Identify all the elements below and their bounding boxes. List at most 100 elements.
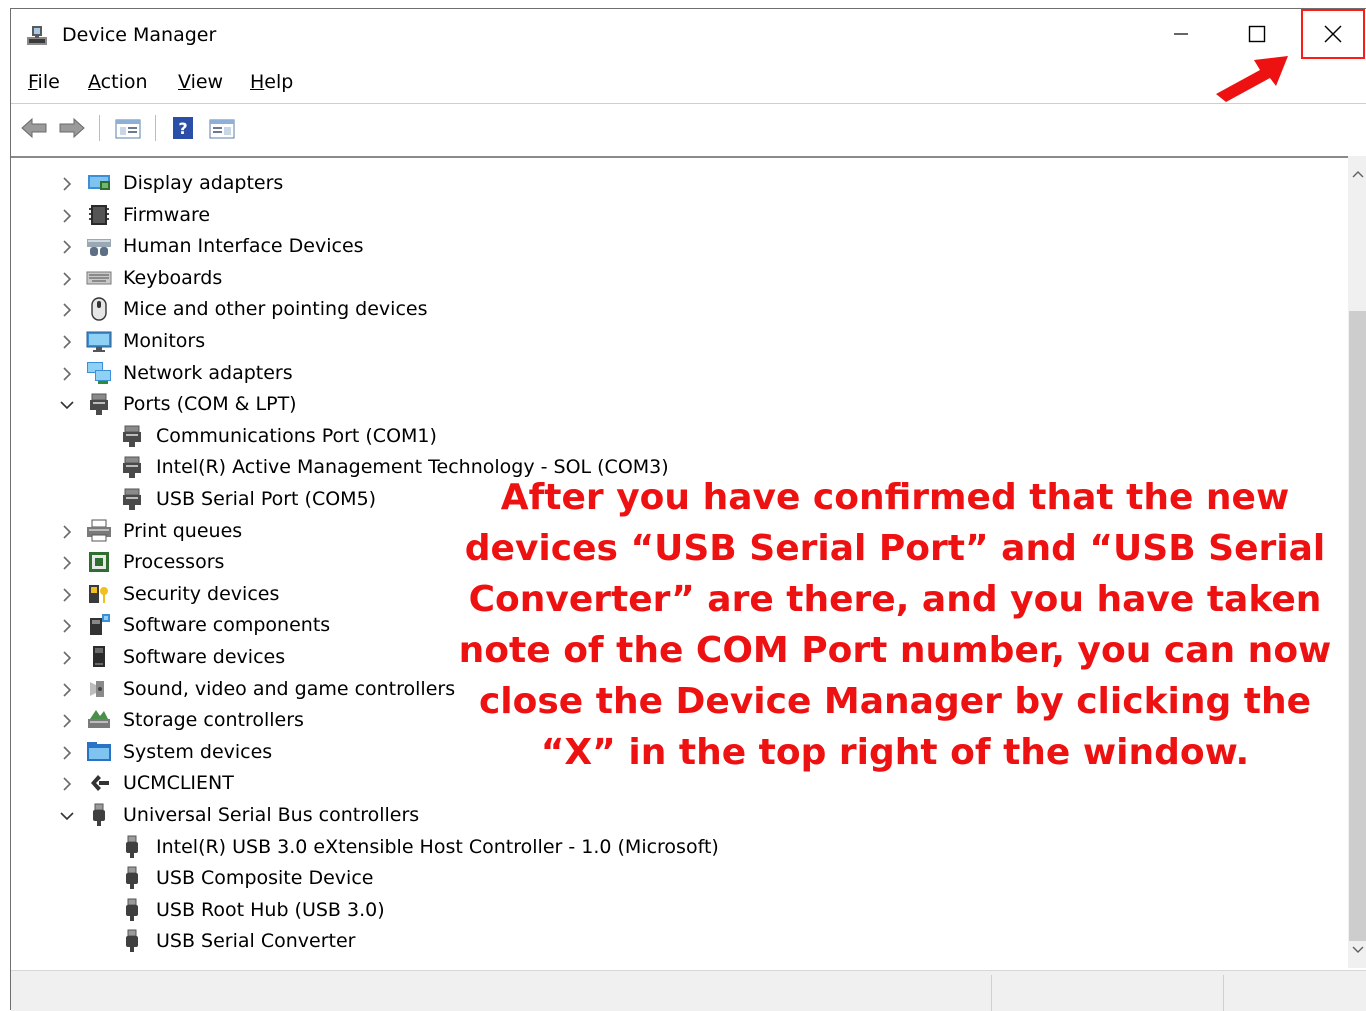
processor-icon [89,552,109,573]
tree-item-label: Storage controllers [123,709,304,732]
scroll-up-button[interactable] [1350,164,1365,184]
chevron-right-icon[interactable] [59,176,75,192]
chevron-right-icon[interactable] [59,618,75,634]
vertical-scrollbar[interactable] [1348,156,1366,968]
chevron-right-icon[interactable] [59,587,75,603]
status-separator [1223,975,1224,1011]
properties-button[interactable] [113,113,143,143]
forward-arrow-icon [59,117,85,139]
forward-button[interactable] [57,113,87,143]
red-arrow-icon [1216,56,1288,102]
chevron-right-icon[interactable] [59,366,75,382]
chevron-down-icon[interactable] [59,808,75,824]
usb-icon [126,929,138,953]
port-icon [123,456,141,479]
menu-help-label: elp [264,71,294,93]
menu-view-label: iew [190,71,224,93]
tree-category[interactable]: Monitors [11,326,1341,357]
tree-item-label: Universal Serial Bus controllers [123,804,420,826]
menu-file[interactable]: File [28,71,60,93]
chevron-right-icon[interactable] [59,239,75,255]
tree-device[interactable]: USB Root Hub (USB 3.0) [11,895,1341,926]
tree-category[interactable]: Universal Serial Bus controllers [11,800,1341,831]
tree-device[interactable]: USB Serial Converter [11,926,1341,957]
system-folder-icon [87,741,111,761]
back-arrow-icon [21,117,47,139]
tree-item-label: USB Composite Device [156,867,374,890]
minimize-button[interactable] [1151,9,1211,59]
properties-icon [115,119,141,139]
menu-help-accesskey: H [250,71,265,93]
tree-item-label: Keyboards [123,266,223,289]
instruction-annotation: After you have confirmed that the new de… [458,477,1332,773]
chevron-right-icon[interactable] [59,745,75,761]
close-button[interactable] [1301,9,1365,59]
chevron-down-icon [1352,946,1363,953]
svg-text:?: ? [178,119,187,138]
menu-view[interactable]: View [178,71,223,93]
chevron-right-icon[interactable] [59,682,75,698]
display-adapter-icon [88,175,110,190]
menu-bar: File Action View Help [11,64,1366,104]
chevron-right-icon[interactable] [59,776,75,792]
keyboard-icon [86,271,112,285]
tree-item-label: Processors [123,551,225,574]
tree-item-label: Software components [123,614,331,637]
minimize-icon [1174,33,1188,35]
toolbar: ? [11,105,1366,151]
tree-item-label: Network adapters [123,361,293,384]
firmware-icon [89,204,109,225]
tree-item-label: Ports (COM & LPT) [123,393,297,416]
chevron-right-icon[interactable] [59,713,75,729]
chevron-right-icon[interactable] [59,208,75,224]
menu-separator [11,103,1366,104]
tree-category[interactable]: Human Interface Devices [11,231,1341,262]
status-bar [11,970,1366,1011]
hid-icon [87,239,111,257]
tree-item-label: USB Serial Port (COM5) [156,488,377,510]
tree-item-label: UCMCLIENT [123,772,234,795]
port-icon [90,393,108,416]
menu-action[interactable]: Action [88,71,148,93]
tree-category[interactable]: Firmware [11,200,1341,231]
menu-help[interactable]: Help [250,71,293,93]
mouse-icon [91,297,107,322]
tree-category[interactable]: Keyboards [11,263,1341,294]
tree-device[interactable]: Intel(R) USB 3.0 eXtensible Host Control… [11,832,1341,863]
menu-action-accesskey: A [88,71,101,93]
back-button[interactable] [19,113,49,143]
chevron-right-icon[interactable] [59,524,75,540]
tree-item-label: USB Root Hub (USB 3.0) [156,898,385,921]
tree-item-label: Communications Port (COM1) [156,424,437,447]
chevron-right-icon[interactable] [59,302,75,318]
chevron-right-icon[interactable] [59,650,75,666]
chevron-down-icon[interactable] [59,397,75,413]
window-title: Device Manager [62,24,217,46]
tree-device[interactable]: USB Composite Device [11,863,1341,894]
port-icon [123,425,141,447]
tree-category[interactable]: Ports (COM & LPT) [11,389,1341,420]
update-driver-icon [209,119,235,139]
update-driver-button[interactable] [207,113,237,143]
tree-device[interactable]: Communications Port (COM1) [11,421,1341,452]
printer-icon [87,519,111,542]
chevron-right-icon[interactable] [59,334,75,350]
software-device-icon [93,646,105,667]
device-manager-icon [27,26,47,45]
scroll-thumb[interactable] [1349,311,1366,941]
tree-item-label: System devices [123,740,273,763]
help-icon: ? [173,117,193,139]
tree-category[interactable]: Display adapters [11,168,1341,199]
tree-category[interactable]: Network adapters [11,358,1341,389]
usb-icon [126,898,138,921]
tree-item-label: Software devices [123,646,286,668]
chevron-right-icon[interactable] [59,271,75,287]
menu-file-accesskey: F [28,71,38,93]
title-bar[interactable]: Device Manager [11,9,1366,61]
scroll-down-button[interactable] [1350,940,1365,960]
help-button[interactable]: ? [168,113,198,143]
tree-item-label: USB Serial Converter [156,930,356,953]
ucm-icon [91,775,109,792]
tree-category[interactable]: Mice and other pointing devices [11,294,1341,325]
chevron-right-icon[interactable] [59,555,75,571]
